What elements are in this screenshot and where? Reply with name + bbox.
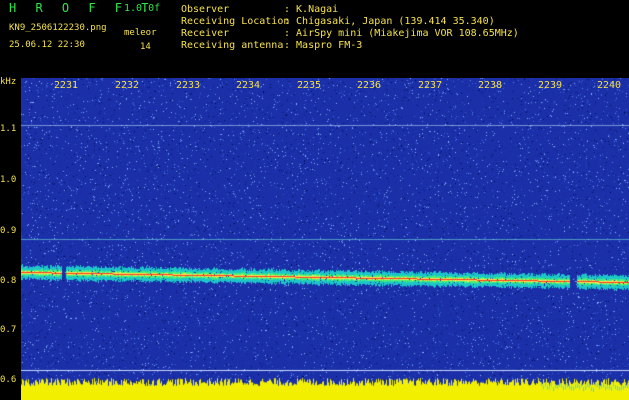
observer-value: : K.Nagai (284, 4, 339, 15)
y-tick-label: 0.8 (0, 276, 17, 286)
antenna-value: : Maspro FM-3 (284, 40, 363, 51)
x-tick-label: 2236 (357, 80, 382, 91)
location-label: Receiving Location (181, 16, 290, 27)
version-label: 1.0.0f (124, 3, 161, 14)
observer-label: Observer (181, 4, 230, 15)
y-tick-label: 0.6 (0, 375, 17, 385)
y-tick-label: 1.1 (0, 124, 17, 134)
x-tick-label: 2239 (538, 80, 563, 91)
y-tick-label: 1.0 (0, 175, 17, 185)
location-value: : Chigasaki, Japan (139.414 35.340) (284, 16, 495, 27)
y-tick-label: 0.9 (0, 226, 17, 236)
x-tick-label: 2231 (54, 80, 79, 91)
y-unit-label: kHz (0, 77, 17, 87)
filename-label: KN9_2506122230.png (9, 23, 107, 33)
datetime-label: 25.06.12 22:30 (9, 40, 85, 50)
antenna-label: Receiving antenna (181, 40, 284, 51)
meleor-label: meleor (124, 28, 157, 38)
header-panel: H R O F F T 1.0.0f KN9_2506122230.png me… (0, 0, 629, 78)
spectrogram-canvas (21, 78, 629, 400)
spectrogram-plot (21, 78, 629, 400)
x-tick-label: 2234 (236, 80, 261, 91)
meteor-count: 14 (140, 42, 151, 52)
receiver-value: : AirSpy mini (Miakejima VOR 108.65MHz) (284, 28, 519, 39)
x-tick-label: 2235 (297, 80, 322, 91)
x-tick-label: 2232 (115, 80, 140, 91)
x-tick-label: 2233 (176, 80, 201, 91)
x-tick-label: 2240 (597, 80, 622, 91)
receiver-label: Receiver (181, 28, 230, 39)
x-tick-label: 2237 (418, 80, 443, 91)
y-tick-label: 0.7 (0, 325, 17, 335)
x-tick-label: 2238 (478, 80, 503, 91)
